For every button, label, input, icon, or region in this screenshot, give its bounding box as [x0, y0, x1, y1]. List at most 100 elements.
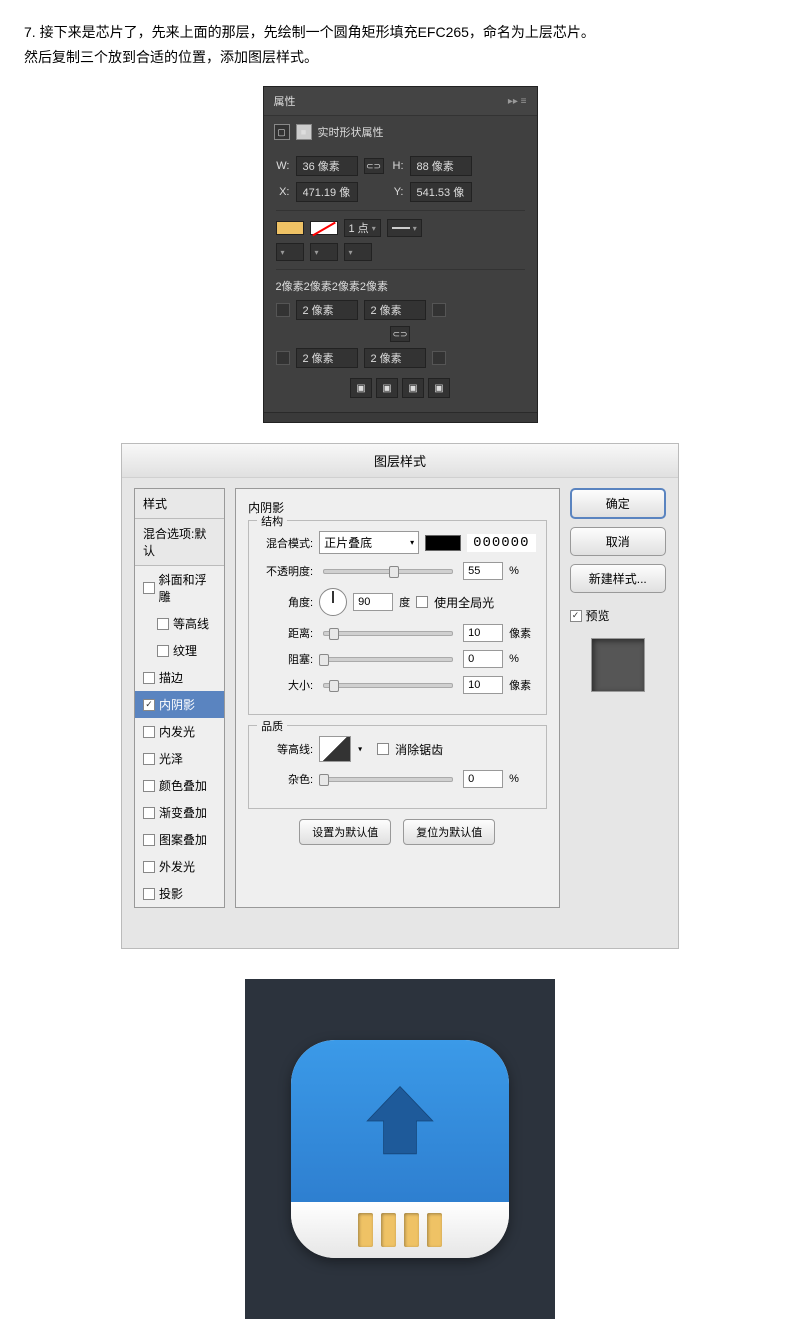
stroke-swatch[interactable] [310, 221, 338, 235]
shape-mask-icon[interactable]: ▢ [274, 124, 290, 140]
style-item-label: 内阴影 [159, 696, 195, 713]
choke-input[interactable] [463, 650, 503, 668]
stroke-width-dropdown[interactable]: 1 点▾ [344, 219, 381, 237]
up-arrow-icon [359, 1080, 441, 1162]
style-checkbox[interactable] [143, 861, 155, 873]
shadow-color-hex: 000000 [467, 534, 535, 552]
corner-bl-checkbox[interactable] [276, 351, 290, 365]
style-checkbox[interactable] [157, 618, 169, 630]
style-item-label: 内发光 [159, 723, 195, 740]
style-item-label: 纹理 [173, 642, 197, 659]
style-checkbox[interactable] [143, 582, 155, 594]
x-input[interactable] [296, 182, 358, 202]
pathop-1-icon[interactable]: ▣ [350, 378, 372, 398]
chip-pin [358, 1213, 373, 1247]
style-checkbox[interactable] [143, 699, 155, 711]
style-item-label: 颜色叠加 [159, 777, 207, 794]
style-item-label: 渐变叠加 [159, 804, 207, 821]
antialias-checkbox[interactable] [377, 743, 389, 755]
cancel-button[interactable]: 取消 [570, 527, 667, 556]
style-item-描边[interactable]: 描边 [135, 664, 224, 691]
global-light-checkbox[interactable] [416, 596, 428, 608]
properties-title: 属性 [274, 93, 296, 109]
stroke-style-dropdown[interactable]: ▾ [387, 219, 422, 237]
opacity-slider[interactable] [323, 569, 453, 574]
style-item-label: 斜面和浮雕 [159, 571, 217, 605]
height-input[interactable] [410, 156, 472, 176]
corner-br-checkbox[interactable] [432, 351, 446, 365]
style-checkbox[interactable] [143, 726, 155, 738]
align-dropdown[interactable]: ▾ [276, 243, 304, 261]
distance-label: 距离: [259, 625, 313, 641]
cap-dropdown[interactable]: ▾ [310, 243, 338, 261]
style-item-光泽[interactable]: 光泽 [135, 745, 224, 772]
style-item-颜色叠加[interactable]: 颜色叠加 [135, 772, 224, 799]
shadow-color-swatch[interactable] [425, 535, 461, 551]
style-item-渐变叠加[interactable]: 渐变叠加 [135, 799, 224, 826]
size-input[interactable] [463, 676, 503, 694]
new-style-button[interactable]: 新建样式... [570, 564, 667, 593]
corner-bl-input[interactable] [296, 348, 358, 368]
pathop-4-icon[interactable]: ▣ [428, 378, 450, 398]
corner-tl-input[interactable] [296, 300, 358, 320]
style-checkbox[interactable] [143, 753, 155, 765]
angle-input[interactable] [353, 593, 393, 611]
style-item-内发光[interactable]: 内发光 [135, 718, 224, 745]
style-list-header[interactable]: 样式 [135, 489, 224, 519]
chip-pin [381, 1213, 396, 1247]
size-slider[interactable] [323, 683, 453, 688]
inner-shadow-title: 内阴影 [248, 499, 546, 516]
style-checkbox[interactable] [157, 645, 169, 657]
opacity-input[interactable] [463, 562, 503, 580]
panel-menu-icon[interactable]: ▸▸ ≡ [508, 96, 527, 107]
style-item-纹理[interactable]: 纹理 [135, 637, 224, 664]
style-checkbox[interactable] [143, 807, 155, 819]
style-checkbox[interactable] [143, 834, 155, 846]
style-checkbox[interactable] [143, 888, 155, 900]
make-default-button[interactable]: 设置为默认值 [299, 819, 391, 845]
corner-br-input[interactable] [364, 348, 426, 368]
style-item-内阴影[interactable]: 内阴影 [135, 691, 224, 718]
angle-dial[interactable] [319, 588, 347, 616]
style-item-投影[interactable]: 投影 [135, 880, 224, 907]
x-label: X: [276, 186, 290, 198]
corner-tr-checkbox[interactable] [432, 303, 446, 317]
style-checkbox[interactable] [143, 780, 155, 792]
style-item-斜面和浮雕[interactable]: 斜面和浮雕 [135, 566, 224, 610]
style-item-等高线[interactable]: 等高线 [135, 610, 224, 637]
noise-input[interactable] [463, 770, 503, 788]
corner-tl-checkbox[interactable] [276, 303, 290, 317]
contour-picker[interactable]: ▾ [319, 736, 351, 762]
y-input[interactable] [410, 182, 472, 202]
choke-slider[interactable] [323, 657, 453, 662]
shape-live-icon[interactable]: ■ [296, 124, 312, 140]
style-item-外发光[interactable]: 外发光 [135, 853, 224, 880]
link-wh-icon[interactable]: ⊂⊃ [364, 158, 384, 174]
ok-button[interactable]: 确定 [570, 488, 667, 519]
distance-input[interactable] [463, 624, 503, 642]
join-dropdown[interactable]: ▾ [344, 243, 372, 261]
distance-slider[interactable] [323, 631, 453, 636]
preview-checkbox[interactable] [570, 610, 582, 622]
global-light-label: 使用全局光 [434, 594, 494, 611]
link-corners-icon[interactable]: ⊂⊃ [390, 326, 410, 342]
reset-default-button[interactable]: 复位为默认值 [403, 819, 495, 845]
style-item-label: 外发光 [159, 858, 195, 875]
style-list: 样式 混合选项:默认 斜面和浮雕等高线纹理描边内阴影内发光光泽颜色叠加渐变叠加图… [134, 488, 225, 908]
blending-options-item[interactable]: 混合选项:默认 [135, 519, 224, 566]
width-input[interactable] [296, 156, 358, 176]
fill-swatch[interactable] [276, 221, 304, 235]
pathop-2-icon[interactable]: ▣ [376, 378, 398, 398]
blend-mode-select[interactable]: 正片叠底▾ [319, 531, 419, 554]
style-item-label: 描边 [159, 669, 183, 686]
choke-label: 阻塞: [259, 651, 313, 667]
style-item-图案叠加[interactable]: 图案叠加 [135, 826, 224, 853]
corner-tr-input[interactable] [364, 300, 426, 320]
noise-slider[interactable] [323, 777, 453, 782]
step-instruction: 7. 接下来是芯片了，先来上面的那层，先绘制一个圆角矩形填充EFC265，命名为… [24, 20, 776, 70]
height-label: H: [390, 160, 404, 172]
layer-style-dialog: 图层样式 样式 混合选项:默认 斜面和浮雕等高线纹理描边内阴影内发光光泽颜色叠加… [121, 443, 679, 949]
pathop-3-icon[interactable]: ▣ [402, 378, 424, 398]
y-label: Y: [390, 186, 404, 198]
style-checkbox[interactable] [143, 672, 155, 684]
